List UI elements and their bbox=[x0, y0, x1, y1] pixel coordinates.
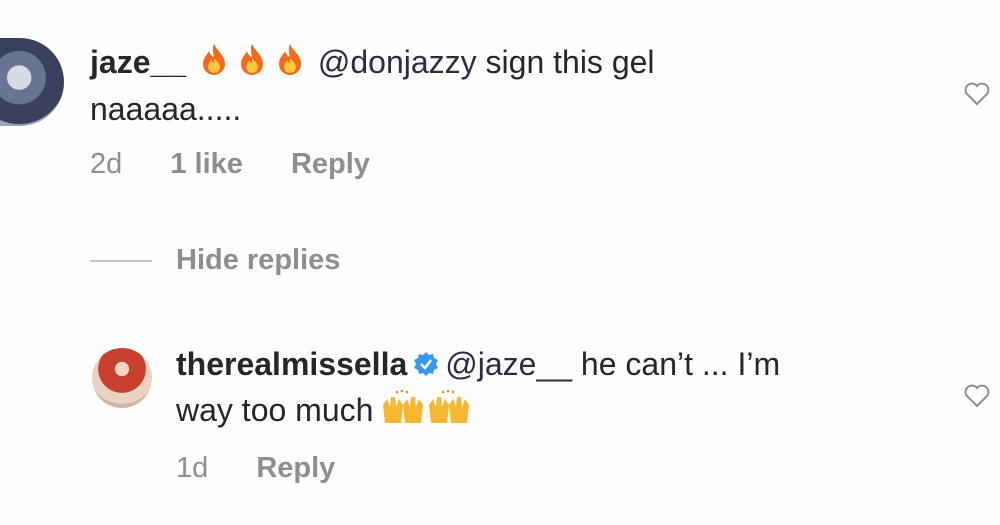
reply-button[interactable]: Reply bbox=[256, 452, 335, 484]
reply-button[interactable]: Reply bbox=[291, 148, 370, 180]
verified-badge-icon bbox=[413, 344, 439, 388]
comment-line-1: therealmissella @jaze__ he can’t ... I’m bbox=[176, 342, 780, 388]
avatar[interactable] bbox=[0, 38, 64, 126]
comment-meta: 2d 1 like Reply bbox=[90, 148, 410, 181]
hide-replies-label: Hide replies bbox=[176, 244, 341, 276]
comment-body: therealmissella @jaze__ he can’t ... I’m… bbox=[176, 342, 780, 436]
comment-text: he can’t ... I’m bbox=[580, 346, 781, 382]
fire-icon bbox=[197, 42, 231, 87]
comment-body: jaze__ @donjazzy sign this gel naaaaa...… bbox=[90, 40, 655, 131]
comment-text: sign this gel bbox=[485, 44, 655, 80]
mention-link[interactable]: @jaze__ bbox=[445, 346, 572, 382]
comment-line-2: naaaaa..... bbox=[90, 91, 242, 127]
fire-icon bbox=[235, 42, 269, 87]
comment-username[interactable]: jaze__ bbox=[90, 44, 186, 80]
comment-thread: jaze__ @donjazzy sign this gel naaaaa...… bbox=[0, 0, 1000, 525]
mention-link[interactable]: @donjazzy bbox=[318, 44, 477, 80]
comment-line-2: way too much bbox=[176, 388, 780, 436]
comment-username[interactable]: therealmissella bbox=[176, 346, 407, 382]
divider bbox=[90, 259, 152, 262]
fire-icon bbox=[273, 42, 307, 87]
hide-replies-button[interactable]: Hide replies bbox=[90, 244, 340, 277]
comment-likes[interactable]: 1 like bbox=[170, 148, 243, 180]
comment-time: 2d bbox=[90, 148, 123, 180]
raised-hands-icon bbox=[379, 389, 475, 436]
heart-icon[interactable] bbox=[962, 78, 992, 108]
comment-time: 1d bbox=[176, 452, 209, 484]
comment-line-1: jaze__ @donjazzy sign this gel bbox=[90, 40, 655, 87]
avatar[interactable] bbox=[92, 348, 152, 408]
heart-icon[interactable] bbox=[962, 380, 992, 410]
comment-meta: 1d Reply bbox=[176, 452, 375, 485]
comment-text: way too much bbox=[176, 392, 374, 428]
